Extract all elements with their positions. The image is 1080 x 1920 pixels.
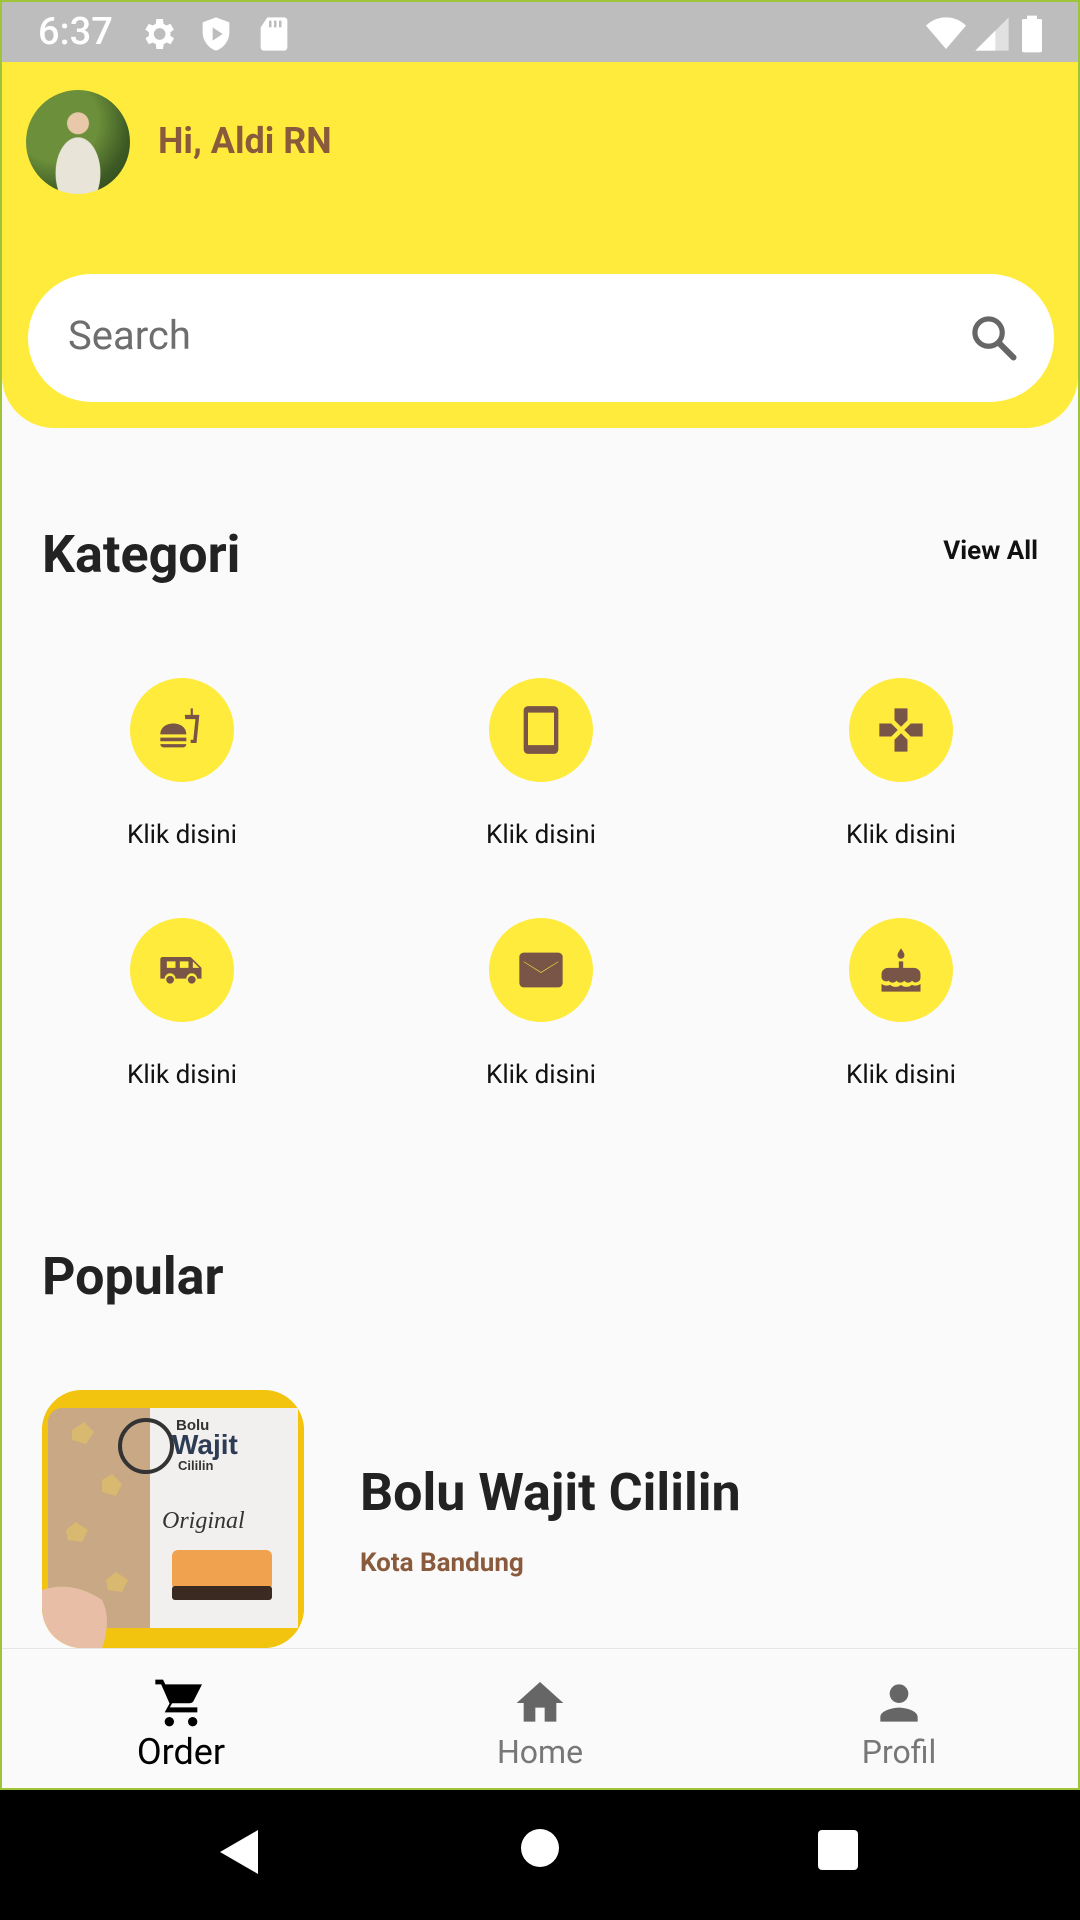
battery-icon bbox=[1022, 15, 1042, 53]
signal-icon bbox=[975, 17, 1009, 51]
van-icon bbox=[160, 957, 202, 984]
product-city: Kota Bandung bbox=[360, 1548, 524, 1578]
category-label: Klik disini bbox=[486, 1060, 596, 1090]
svg-text:Original: Original bbox=[162, 1508, 245, 1534]
product-image[interactable]: Bolu Wajit Cililin Original bbox=[42, 1390, 304, 1648]
person-icon bbox=[880, 1684, 918, 1722]
wifi-icon bbox=[926, 17, 966, 49]
category-item[interactable]: Klik disini bbox=[92, 918, 272, 1090]
system-nav-bar bbox=[0, 1790, 1080, 1920]
app-frame: 6:37 Hi, Aldi RN Search Kategori View Al… bbox=[0, 0, 1080, 1790]
svg-text:Wajit: Wajit bbox=[172, 1429, 238, 1460]
cake-icon bbox=[881, 948, 921, 992]
avatar[interactable] bbox=[26, 90, 130, 194]
bottom-nav: Order Home Profil bbox=[2, 1648, 1078, 1788]
category-label: Klik disini bbox=[846, 1060, 956, 1090]
home-circle-icon[interactable] bbox=[520, 1828, 560, 1868]
category-item[interactable]: Klik disini bbox=[811, 918, 991, 1090]
product-photo: Bolu Wajit Cililin Original bbox=[42, 1390, 304, 1648]
fastfood-icon bbox=[160, 708, 200, 748]
recents-icon[interactable] bbox=[818, 1830, 858, 1870]
svg-text:Cililin: Cililin bbox=[178, 1458, 213, 1473]
tablet-icon bbox=[523, 706, 559, 754]
nav-item-profil[interactable]: Profil bbox=[720, 1649, 1078, 1788]
search-input[interactable]: Search bbox=[68, 312, 191, 359]
category-item[interactable]: Klik disini bbox=[811, 678, 991, 850]
kategori-title: Kategori bbox=[42, 524, 241, 585]
nav-label-profil: Profil bbox=[861, 1733, 937, 1771]
gamepad-icon bbox=[879, 708, 923, 752]
category-item[interactable]: Klik disini bbox=[92, 678, 272, 850]
home-icon bbox=[516, 1682, 564, 1722]
nav-label-home: Home bbox=[496, 1733, 584, 1771]
greeting-text: Hi, Aldi RN bbox=[158, 120, 332, 162]
settings-icon bbox=[145, 19, 174, 49]
view-all-link[interactable]: View All bbox=[943, 536, 1038, 566]
search-icon[interactable] bbox=[968, 312, 1020, 364]
nav-label-order: Order bbox=[136, 1731, 226, 1773]
nav-item-order[interactable]: Order bbox=[2, 1649, 360, 1788]
cart-icon bbox=[155, 1679, 202, 1727]
sdcard-icon bbox=[260, 17, 288, 51]
status-bar: 6:37 bbox=[2, 2, 1078, 62]
back-icon[interactable] bbox=[218, 1828, 260, 1876]
category-label: Klik disini bbox=[846, 820, 956, 850]
nav-item-home[interactable]: Home bbox=[361, 1649, 719, 1788]
category-label: Klik disini bbox=[486, 820, 596, 850]
search-bar[interactable]: Search bbox=[28, 274, 1054, 402]
category-item[interactable]: Klik disini bbox=[451, 678, 631, 850]
mail-icon bbox=[519, 952, 563, 988]
status-time: 6:37 bbox=[38, 10, 113, 54]
header: Hi, Aldi RN Search bbox=[2, 62, 1078, 428]
shield-icon bbox=[202, 17, 230, 51]
popular-item[interactable]: Bolu Wajit Cililin Original Bolu Wajit C… bbox=[42, 1390, 1042, 1650]
category-item[interactable]: Klik disini bbox=[451, 918, 631, 1090]
category-label: Klik disini bbox=[127, 820, 237, 850]
product-name: Bolu Wajit Cililin bbox=[360, 1462, 741, 1523]
popular-title: Popular bbox=[42, 1246, 224, 1307]
category-label: Klik disini bbox=[127, 1060, 237, 1090]
